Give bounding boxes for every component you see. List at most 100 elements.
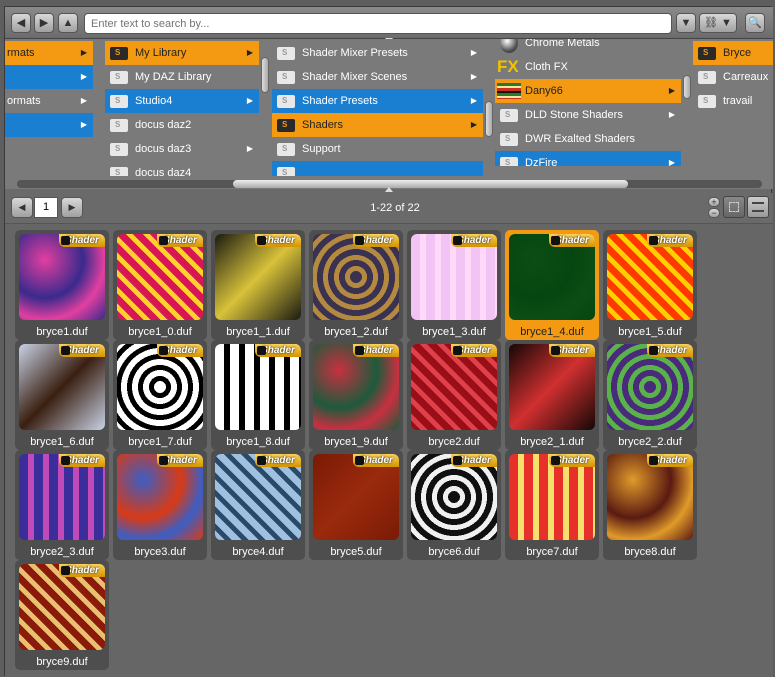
asset-filename: bryce1_7.duf [128, 436, 192, 448]
folder-row[interactable]: DLD Stone Shaders ▶ [495, 103, 681, 127]
asset-thumbnail: Shader [607, 454, 693, 540]
folder-row[interactable]: Support [272, 137, 483, 161]
asset-tile[interactable]: Shader bryce1_3.duf [407, 230, 501, 340]
folder-row[interactable]: My DAZ Library [105, 65, 259, 89]
folder-icon [500, 103, 518, 127]
folder-row[interactable]: ▶ [5, 65, 93, 89]
column-2: My Library▶My DAZ LibraryStudio4▶docus d… [105, 41, 259, 176]
folder-row[interactable] [272, 161, 483, 176]
folder-label: Shader Mixer Scenes [302, 71, 408, 83]
folder-row[interactable]: ormats ▶ [5, 89, 93, 113]
column-2-scrollbar[interactable] [261, 57, 269, 93]
expand-arrow-icon: ▶ [470, 48, 477, 57]
folder-row[interactable]: Shaders ▶ [272, 113, 483, 137]
folder-label: Shader Presets [302, 95, 378, 107]
shader-badge: Shader [157, 234, 203, 247]
column-3-scrollbar[interactable] [485, 101, 493, 137]
zoom-out-button[interactable]: − [708, 208, 720, 218]
search-input[interactable] [85, 14, 671, 33]
asset-tile[interactable]: Shader bryce1.duf [15, 230, 109, 340]
folder-row[interactable]: ▶ [5, 113, 93, 137]
folder-row[interactable]: Shader Mixer Scenes ▶ [272, 65, 483, 89]
asset-tile[interactable]: Shader bryce7.duf [505, 450, 599, 560]
shader-badge: Shader [255, 454, 301, 467]
folder-row[interactable]: docus daz2 [105, 113, 259, 137]
folder-row[interactable]: DWR Exalted Shaders [495, 127, 681, 151]
asset-filename: bryce1_3.duf [422, 326, 486, 338]
folder-row[interactable]: DzFire ▶ [495, 151, 681, 166]
folder-row[interactable]: travail [693, 89, 773, 113]
asset-tile[interactable]: Shader bryce6.duf [407, 450, 501, 560]
folder-row[interactable]: docus daz3 ▶ [105, 137, 259, 161]
prev-page-button[interactable]: ◀ [11, 197, 33, 218]
asset-tile[interactable]: Shader bryce1_9.duf [309, 340, 403, 450]
folder-row[interactable]: Shader Mixer Presets ▶ [272, 41, 483, 65]
asset-tile[interactable]: Shader bryce1_0.duf [113, 230, 207, 340]
asset-thumbnail: Shader [19, 564, 105, 650]
shader-badge: Shader [451, 344, 497, 357]
forward-button[interactable]: ▶ [34, 13, 54, 33]
asset-tile[interactable]: Shader bryce5.duf [309, 450, 403, 560]
arrow-right-icon: ▶ [68, 202, 76, 212]
asset-filename: bryce1.duf [36, 326, 88, 338]
folder-label: docus daz4 [135, 167, 192, 176]
asset-tile[interactable]: Shader bryce1_7.duf [113, 340, 207, 450]
asset-tile[interactable]: Shader bryce8.duf [603, 450, 697, 560]
pager-bar: ◀ 1 ▶ 1-22 of 22 + − [5, 193, 773, 223]
folder-row[interactable]: Studio4 ▶ [105, 89, 259, 113]
asset-tile[interactable]: Shader bryce1_2.duf [309, 230, 403, 340]
back-button[interactable]: ◀ [11, 13, 31, 33]
asset-tile[interactable]: Shader bryce1_5.duf [603, 230, 697, 340]
folder-row[interactable]: My Library ▶ [105, 41, 259, 65]
folder-icon [110, 113, 128, 137]
shader-badge: Shader [549, 454, 595, 467]
icon-view-button[interactable] [723, 196, 745, 218]
expand-arrow-icon: ▶ [668, 158, 675, 166]
asset-tile[interactable]: Shader bryce1_6.duf [15, 340, 109, 450]
search-box [84, 13, 672, 34]
asset-tile[interactable]: Shader bryce2_3.duf [15, 450, 109, 560]
asset-thumbnail: Shader [509, 454, 595, 540]
asset-tile[interactable]: Shader bryce1_4.duf [505, 230, 599, 340]
zoom-in-button[interactable]: + [708, 197, 720, 207]
asset-tile[interactable]: Shader bryce1_8.duf [211, 340, 305, 450]
folder-row[interactable]: Shader Presets ▶ [272, 89, 483, 113]
asset-thumbnail: Shader [509, 344, 595, 430]
folder-label: DLD Stone Shaders [525, 109, 623, 121]
asset-tile[interactable]: Shader bryce1_1.duf [211, 230, 305, 340]
database-button[interactable]: ⛓ ▼ [699, 13, 737, 33]
asset-thumbnail: Shader [313, 344, 399, 430]
horizontal-scroll-thumb[interactable] [233, 180, 628, 188]
asset-tile[interactable]: Shader bryce2_2.duf [603, 340, 697, 450]
asset-tile[interactable]: Shader bryce3.duf [113, 450, 207, 560]
column-4-scrollbar[interactable] [683, 75, 691, 99]
expand-arrow-icon: ▶ [80, 48, 87, 57]
expand-arrow-icon: ▶ [246, 144, 253, 153]
asset-thumbnail: Shader [411, 454, 497, 540]
asset-thumbnail: Shader [117, 344, 203, 430]
asset-grid: Shader bryce1.duf Shader bryce1_0.duf Shader… [5, 223, 773, 677]
folder-row[interactable]: docus daz4 [105, 161, 259, 176]
next-page-button[interactable]: ▶ [61, 197, 83, 218]
toolbar: ◀ ▶ ▲ ▼ ⛓ ▼ 🔍 [5, 7, 773, 39]
shader-badge: Shader [59, 234, 105, 247]
up-button[interactable]: ▲ [58, 13, 78, 33]
folder-row[interactable]: Carreaux [693, 65, 773, 89]
plus-icon: + [711, 197, 717, 207]
collapse-handle-bottom[interactable] [385, 187, 393, 192]
asset-tile[interactable]: Shader bryce4.duf [211, 450, 305, 560]
folder-row[interactable]: FX Cloth FX [495, 55, 681, 79]
folder-row[interactable]: Chrome Metals [495, 39, 681, 55]
page-number-field[interactable]: 1 [34, 197, 58, 218]
folder-row[interactable]: Dany66 ▶ [495, 79, 681, 103]
asset-tile[interactable]: Shader bryce2.duf [407, 340, 501, 450]
list-view-button[interactable] [747, 196, 769, 218]
asset-tile[interactable]: Shader bryce2_1.duf [505, 340, 599, 450]
search-options-button[interactable]: ▼ [676, 13, 696, 33]
folder-row[interactable]: Bryce [693, 41, 773, 65]
search-button[interactable]: 🔍 [745, 13, 765, 33]
expand-arrow-icon: ▶ [246, 48, 253, 57]
asset-tile[interactable]: Shader bryce9.duf [15, 560, 109, 670]
folder-row[interactable]: rmats ▶ [5, 41, 93, 65]
asset-thumbnail: Shader [607, 234, 693, 320]
